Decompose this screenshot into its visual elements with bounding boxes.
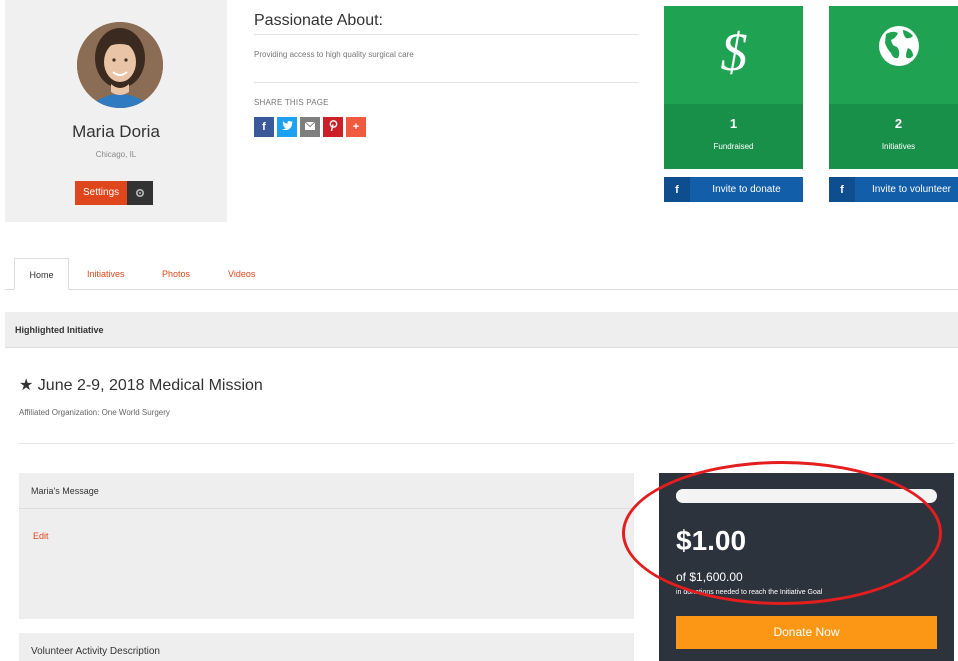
- svg-text:$: $: [720, 22, 747, 82]
- tile-bottom: [829, 104, 958, 169]
- invite-donate-label: Invite to donate: [712, 184, 781, 195]
- pinterest-icon: [329, 120, 338, 134]
- message-panel: Maria's Message Edit: [19, 473, 634, 619]
- settings-label: Settings: [75, 181, 128, 205]
- fundraised-count: 1: [729, 116, 738, 131]
- passion-text: Providing access to high quality surgica…: [254, 50, 414, 59]
- tabs-divider: [5, 289, 958, 290]
- invite-to-volunteer-button[interactable]: f Invite to volunteer: [829, 177, 958, 202]
- more-share-button[interactable]: +: [346, 117, 366, 137]
- highlighted-initiative-title: Highlighted Initiative: [15, 325, 104, 335]
- fundraised-tile[interactable]: $ 1 Fundraised: [664, 6, 803, 169]
- divider: [19, 443, 954, 444]
- donation-panel: $1.00 of $1,600.00 in donations needed t…: [659, 473, 954, 661]
- invite-to-donate-button[interactable]: f Invite to donate: [664, 177, 803, 202]
- passion-panel: Passionate About: Providing access to hi…: [252, 6, 638, 173]
- star-icon: ★: [19, 377, 34, 394]
- avatar[interactable]: [77, 22, 163, 108]
- tab-photos[interactable]: Photos: [162, 258, 190, 290]
- initiatives-count: 2: [894, 116, 903, 131]
- donation-progress-bar: [676, 489, 937, 503]
- profile-location: Chicago, IL: [95, 150, 137, 159]
- profile-name: Maria Doria: [72, 122, 160, 141]
- settings-button[interactable]: Settings: [75, 181, 154, 205]
- divider: [254, 34, 638, 35]
- tab-initiatives[interactable]: Initiatives: [87, 258, 125, 290]
- dollar-icon: $: [664, 22, 803, 82]
- divider: [254, 82, 638, 83]
- initiative-title-text: June 2-9, 2018 Medical Mission: [37, 377, 263, 394]
- email-share-button[interactable]: [300, 117, 320, 137]
- email-icon: [304, 121, 316, 133]
- tile-bottom: [664, 104, 803, 169]
- initiatives-tile[interactable]: 2 Initiatives: [829, 6, 958, 169]
- donation-note: in donations needed to reach the Initiat…: [676, 589, 823, 596]
- edit-link[interactable]: Edit: [33, 531, 49, 541]
- facebook-icon: f: [829, 177, 855, 202]
- donation-amount: $1.00: [676, 525, 747, 556]
- facebook-icon: f: [262, 121, 266, 133]
- facebook-share-button[interactable]: f: [254, 117, 274, 137]
- initiative-title[interactable]: ★ June 2-9, 2018 Medical Mission: [19, 375, 263, 395]
- plus-icon: +: [352, 121, 360, 133]
- facebook-icon: f: [664, 177, 690, 202]
- share-buttons: f +: [254, 117, 366, 137]
- passion-title: Passionate About:: [254, 12, 383, 29]
- profile-card: Maria Doria Chicago, IL Settings: [5, 0, 227, 222]
- highlighted-initiative-header: Highlighted Initiative: [5, 312, 958, 348]
- initiatives-label: Initiatives: [881, 142, 916, 151]
- pinterest-share-button[interactable]: [323, 117, 343, 137]
- globe-icon: [829, 22, 958, 72]
- share-title: SHARE THIS PAGE: [254, 98, 329, 107]
- tab-home[interactable]: Home: [14, 258, 69, 290]
- twitter-icon: [281, 121, 293, 133]
- message-header: Maria's Message: [19, 473, 634, 509]
- invite-volunteer-label: Invite to volunteer: [872, 184, 951, 195]
- twitter-share-button[interactable]: [277, 117, 297, 137]
- fundraised-label: Fundraised: [713, 142, 754, 151]
- tab-videos[interactable]: Videos: [228, 258, 255, 290]
- message-header-label: Maria's Message: [31, 486, 99, 496]
- affiliated-organization: Affiliated Organization: One World Surge…: [19, 408, 170, 417]
- volunteer-activity-panel: Volunteer Activity Description: [19, 633, 634, 661]
- volunteer-activity-header: Volunteer Activity Description: [31, 646, 160, 657]
- gear-icon[interactable]: [127, 181, 154, 205]
- donate-now-button[interactable]: Donate Now: [676, 616, 937, 649]
- donation-goal: of $1,600.00: [676, 570, 743, 584]
